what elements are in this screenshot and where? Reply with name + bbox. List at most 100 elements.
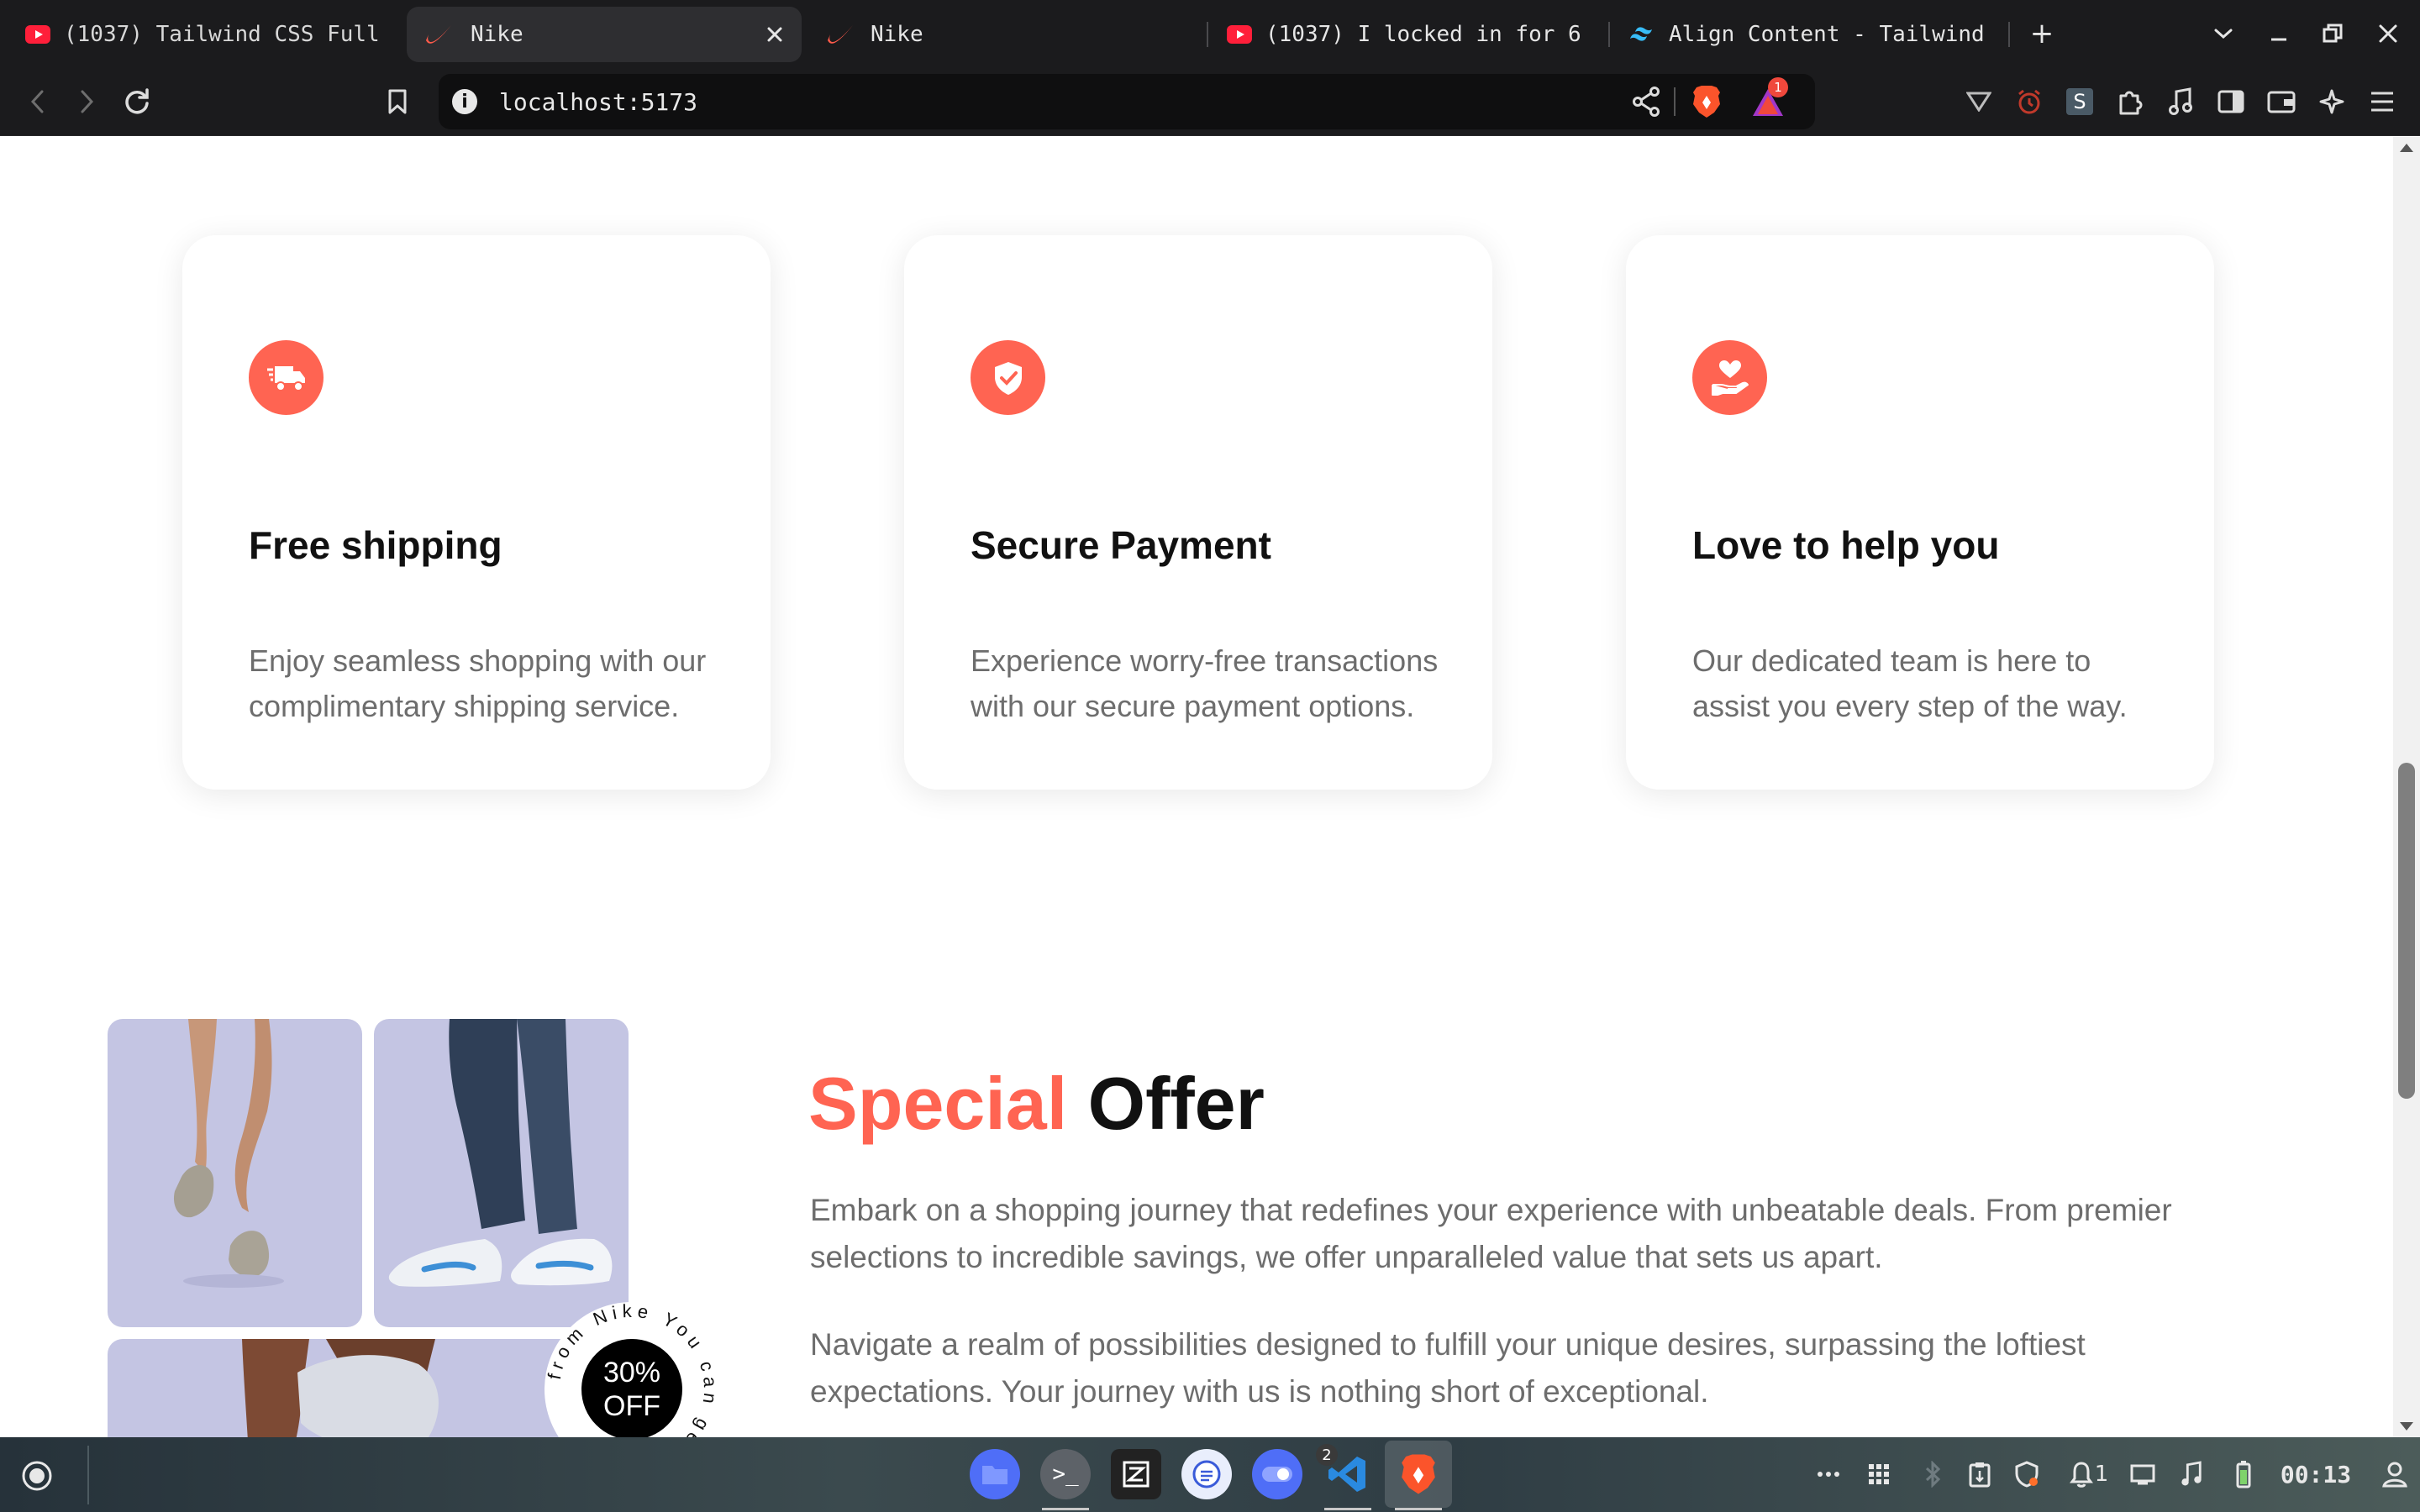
heading-rest: Offer (1087, 1062, 1265, 1145)
badge-off: OFF (603, 1390, 660, 1422)
offer-image-legs-sneakers (108, 1019, 362, 1327)
reload-icon (125, 88, 149, 114)
reload-button[interactable] (113, 77, 161, 126)
files-app-icon[interactable] (970, 1449, 1020, 1499)
browser-toolbar: i localhost:5173 1 S (0, 67, 2420, 136)
tab-title: Align Content - Tailwind (1669, 22, 1985, 47)
vpn-extension-icon[interactable] (1958, 81, 2000, 123)
site-info-icon[interactable]: i (452, 89, 477, 114)
security-shield-icon[interactable] (2010, 1456, 2044, 1493)
terminal-app-icon[interactable]: >_ (1040, 1449, 1091, 1499)
wallet-icon[interactable] (2260, 81, 2302, 123)
bookmark-button[interactable] (373, 77, 422, 126)
new-tab-label: + (2029, 17, 2054, 50)
card-description: Enjoy seamless shopping with our complim… (249, 643, 707, 723)
tab-title: (1037) Tailwind CSS Full (64, 22, 380, 47)
alarm-extension-icon[interactable] (2008, 81, 2050, 123)
music-note-icon[interactable] (2175, 1456, 2208, 1493)
tab-separator (2008, 22, 2010, 47)
menu-hamburger-icon[interactable] (2361, 81, 2403, 123)
special-offer-heading: Special Offer (808, 1061, 1265, 1147)
active-app-indicator (1395, 1508, 1442, 1510)
scroll-down-arrow-icon[interactable] (2400, 1422, 2413, 1431)
nike-icon (424, 22, 454, 47)
restore-button[interactable] (2312, 13, 2353, 54)
brave-app-icon[interactable] (1393, 1449, 1444, 1499)
badge-percent: 30% (602, 1357, 661, 1389)
brave-shields-icon[interactable] (1691, 84, 1723, 123)
media-music-icon[interactable] (2160, 81, 2202, 123)
taskbar-divider (87, 1446, 89, 1504)
minimize-icon (2271, 38, 2286, 41)
active-app-indicator (1042, 1508, 1089, 1510)
overflow-dots-icon[interactable] (1812, 1456, 1845, 1493)
tab-youtube-locked[interactable]: (1037) I locked in for 6 (1227, 7, 1597, 62)
badge-inner: 30% OFF (581, 1339, 682, 1437)
minimize-button[interactable] (2259, 13, 2299, 54)
battery-icon[interactable] (2227, 1456, 2260, 1493)
tab-title: (1037) I locked in for 6 (1265, 22, 1581, 47)
restore-icon (2323, 24, 2343, 43)
app-grid-icon[interactable] (1862, 1456, 1896, 1493)
forward-button[interactable] (62, 77, 111, 126)
card-title: Free shipping (249, 523, 502, 567)
tab-nike-active[interactable]: Nike (407, 7, 802, 62)
extensions-puzzle-icon[interactable] (2109, 81, 2151, 123)
user-account-icon[interactable] (2378, 1456, 2412, 1493)
text-editor-app-icon[interactable] (1181, 1449, 1232, 1499)
workspace-badge: 2 (1316, 1444, 1338, 1466)
scrollbar-thumb[interactable] (2398, 763, 2415, 1099)
tab-youtube-tailwind[interactable]: (1037) Tailwind CSS Full (20, 7, 390, 62)
bell-icon (2069, 1462, 2093, 1488)
card-title: Secure Payment (971, 523, 1271, 567)
offer-image-jeans-sneakers (374, 1019, 629, 1327)
close-tab-icon[interactable] (761, 21, 788, 48)
screen-cast-icon[interactable] (2126, 1456, 2160, 1493)
nike-icon (825, 22, 855, 47)
close-icon (2379, 24, 2397, 43)
notifications-tray[interactable]: 1 (2064, 1456, 2114, 1493)
shield-check-icon (971, 340, 1045, 415)
s-extension-icon[interactable]: S (2059, 81, 2101, 123)
back-button[interactable] (13, 77, 62, 126)
card-title: Love to help you (1692, 523, 2000, 567)
system-taskbar: >_ 2 1 00:13 (0, 1437, 2420, 1512)
offer-paragraph-1: Embark on a shopping journey that redefi… (810, 1193, 2172, 1274)
clock[interactable]: 00:13 (2274, 1456, 2358, 1493)
page-viewport: Free shipping Enjoy seamless shopping wi… (0, 137, 2393, 1437)
bluetooth-icon[interactable] (1916, 1456, 1949, 1493)
forward-arrow-icon (81, 90, 94, 113)
service-card-support: Love to help you Our dedicated team is h… (1626, 235, 2214, 790)
address-bar[interactable]: i localhost:5173 1 (439, 74, 1815, 129)
zed-editor-app-icon[interactable] (1111, 1449, 1161, 1499)
tab-tailwind[interactable]: Align Content - Tailwind (1628, 7, 1998, 62)
offer-paragraph-2: Navigate a realm of possibilities design… (810, 1327, 2086, 1409)
toggle-app-icon[interactable] (1252, 1449, 1302, 1499)
page-scrollbar[interactable] (2393, 137, 2420, 1437)
active-app-indicator (1324, 1508, 1371, 1510)
tab-bar: (1037) Tailwind CSS Full Nike Nike (1037… (0, 0, 2420, 67)
leo-ai-icon[interactable] (2311, 81, 2353, 123)
youtube-icon (25, 25, 50, 44)
chevron-down-icon (2214, 29, 2233, 39)
heart-hand-icon (1692, 340, 1767, 415)
rewards-badge: 1 (1768, 77, 1788, 97)
notification-count: 1 (2094, 1462, 2109, 1487)
new-tab-button[interactable]: + (2022, 13, 2062, 54)
scroll-up-arrow-icon[interactable] (2400, 144, 2413, 152)
address-divider (1674, 87, 1676, 116)
close-window-button[interactable] (2368, 13, 2408, 54)
sidebar-toggle-icon[interactable] (2210, 81, 2252, 123)
url-text[interactable]: localhost:5173 (499, 88, 697, 116)
launcher-button[interactable] (13, 1452, 60, 1499)
youtube-icon (1227, 25, 1252, 44)
card-description: Our dedicated team is here to assist you… (1692, 643, 2128, 723)
launcher-circle-icon (22, 1461, 52, 1491)
tab-nike[interactable]: Nike (822, 7, 1192, 62)
tab-separator (1207, 22, 1208, 47)
tab-title: Nike (471, 22, 523, 47)
clipboard-icon[interactable] (1963, 1456, 1996, 1493)
tab-list-button[interactable] (2203, 13, 2244, 54)
card-description: Experience worry-free transactions with … (971, 643, 1439, 723)
share-icon[interactable] (1632, 87, 1660, 120)
